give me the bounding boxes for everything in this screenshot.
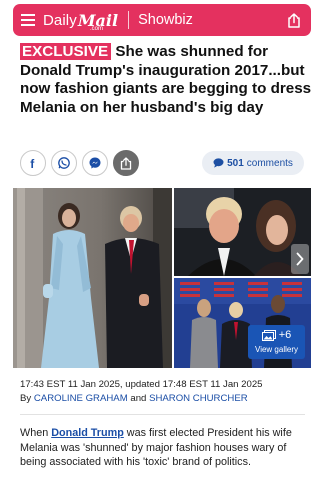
main-photo-inauguration[interactable] (13, 188, 172, 368)
speech-bubble-icon (213, 158, 224, 168)
comments-label: comments (246, 157, 293, 169)
logo-text-dotcom: .com (90, 26, 104, 32)
whatsapp-icon (58, 157, 70, 169)
header-divider (128, 11, 130, 29)
photo-melania-trump-inauguration (13, 188, 172, 368)
article-paragraph: When Donald Trump was first elected Pres… (20, 426, 304, 470)
photo-bottom-right[interactable]: +6 View gallery (174, 278, 311, 368)
author-link-1[interactable]: CAROLINE GRAHAM (34, 393, 128, 404)
author-link-2[interactable]: SHARON CHURCHER (149, 393, 248, 404)
paragraph-text-start: When (20, 427, 52, 439)
share-icon (120, 156, 132, 170)
and-label: and (130, 392, 147, 404)
messenger-share-button[interactable] (82, 150, 108, 176)
by-label: By (20, 392, 32, 404)
facebook-share-button[interactable]: f (20, 150, 46, 176)
comments-count: 501 (227, 157, 244, 169)
header-share-button[interactable] (283, 9, 305, 31)
exclusive-badge: EXCLUSIVE (20, 43, 112, 60)
image-gallery: +6 View gallery (13, 188, 311, 368)
hamburger-icon (21, 14, 35, 26)
authors-line: By CAROLINE GRAHAM and SHARON CHURCHER (20, 392, 312, 406)
site-header: Daily Mail .com Showbiz (13, 4, 311, 36)
chevron-right-icon (296, 252, 304, 266)
logo-text-daily: Daily (43, 11, 77, 29)
share-icon (288, 12, 300, 28)
share-bar: f 501 comments (20, 150, 312, 178)
menu-button[interactable] (13, 4, 43, 36)
article-byline: 17:43 EST 11 Jan 2025, updated 17:48 EST… (20, 378, 312, 405)
site-logo[interactable]: Daily Mail .com (43, 4, 118, 36)
article-timestamp: 17:43 EST 11 Jan 2025, updated 17:48 EST… (20, 379, 263, 390)
gallery-extra-count: +6 (278, 329, 292, 341)
view-gallery-button[interactable]: +6 View gallery (248, 325, 305, 359)
gallery-next-button[interactable] (291, 244, 309, 274)
section-title[interactable]: Showbiz (138, 12, 193, 28)
view-gallery-label: View gallery (255, 345, 298, 354)
photo-top-right[interactable] (174, 188, 311, 276)
gallery-icon (261, 329, 276, 341)
facebook-icon: f (30, 157, 35, 169)
topic-link-donald-trump[interactable]: Donald Trump (51, 427, 124, 439)
byline-divider (20, 414, 305, 415)
article-headline: EXCLUSIVE She was shunned for Donald Tru… (20, 43, 312, 117)
messenger-icon (89, 157, 101, 169)
more-share-button[interactable] (113, 150, 139, 176)
whatsapp-share-button[interactable] (51, 150, 77, 176)
comments-button[interactable]: 501 comments (202, 151, 304, 175)
svg-text:f: f (30, 157, 35, 169)
